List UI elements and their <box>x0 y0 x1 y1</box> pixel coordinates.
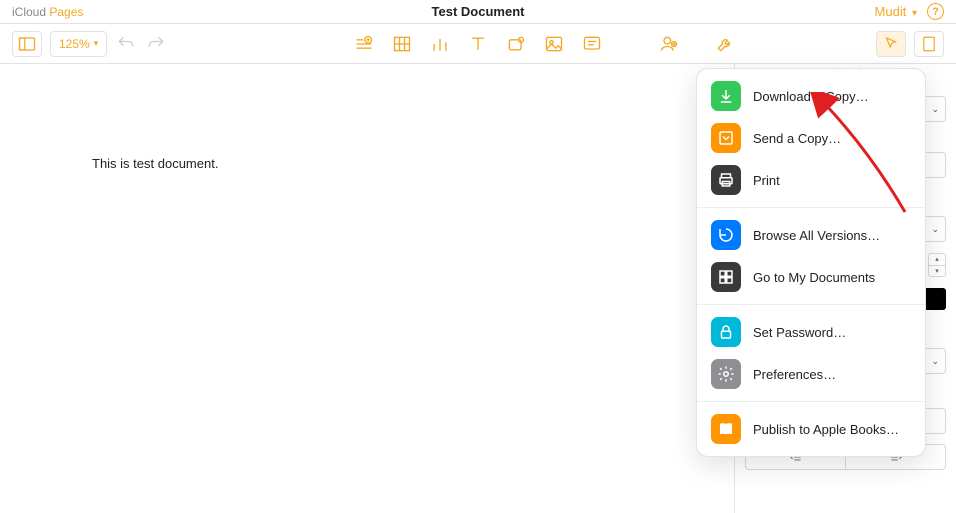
download-icon <box>711 81 741 111</box>
menu-label: Publish to Apple Books… <box>753 422 899 437</box>
menu-password[interactable]: Set Password… <box>697 311 925 353</box>
menu-label: Preferences… <box>753 367 836 382</box>
stepper-up-icon: ▴ <box>929 254 945 266</box>
gear-icon <box>711 359 741 389</box>
menu-label: Send a Copy… <box>753 131 841 146</box>
toolbar: 125% ▾ <box>0 24 956 64</box>
undo-button[interactable] <box>115 33 137 55</box>
menu-label: Set Password… <box>753 325 846 340</box>
zoom-selector[interactable]: 125% ▾ <box>50 31 107 57</box>
view-button[interactable] <box>12 31 42 57</box>
menu-publish[interactable]: Publish to Apple Books… <box>697 408 925 450</box>
brand-app: Pages <box>49 5 83 19</box>
user-name: Mudit <box>875 4 907 19</box>
menu-label: Print <box>753 173 780 188</box>
insert-button[interactable] <box>353 33 375 55</box>
tools-menu: Download a Copy… Send a Copy… Print Brow… <box>696 68 926 457</box>
chevron-down-icon: ▾ <box>94 38 99 49</box>
header: iCloud Pages Test Document Mudit ▾ ? <box>0 0 956 24</box>
menu-preferences[interactable]: Preferences… <box>697 353 925 395</box>
tools-icon[interactable] <box>714 33 736 55</box>
user-menu[interactable]: Mudit ▾ <box>875 4 917 19</box>
comment-icon[interactable] <box>581 33 603 55</box>
font-size-stepper[interactable]: ▴▾ <box>928 253 946 277</box>
help-button[interactable]: ? <box>927 3 944 20</box>
document-canvas[interactable]: This is test document. <box>0 64 696 513</box>
chevron-down-icon: ⌄ <box>931 356 939 367</box>
menu-gotodocs[interactable]: Go to My Documents <box>697 256 925 298</box>
menu-browse[interactable]: Browse All Versions… <box>697 214 925 256</box>
collaborate-icon[interactable] <box>658 33 680 55</box>
brand-prefix: iCloud <box>12 5 49 19</box>
history-icon <box>711 220 741 250</box>
book-icon <box>711 414 741 444</box>
chart-icon[interactable] <box>429 33 451 55</box>
chevron-down-icon: ▾ <box>912 8 917 19</box>
menu-label: Browse All Versions… <box>753 228 880 243</box>
print-icon <box>711 165 741 195</box>
shape-icon[interactable] <box>505 33 527 55</box>
redo-button[interactable] <box>145 33 167 55</box>
brand[interactable]: iCloud Pages <box>12 5 83 19</box>
document-options-button[interactable] <box>914 31 944 57</box>
send-icon <box>711 123 741 153</box>
zoom-value: 125% <box>59 37 90 51</box>
table-icon[interactable] <box>391 33 413 55</box>
chevron-down-icon: ⌄ <box>931 224 939 235</box>
text-icon[interactable] <box>467 33 489 55</box>
media-icon[interactable] <box>543 33 565 55</box>
document-title: Test Document <box>432 4 525 19</box>
documents-icon <box>711 262 741 292</box>
stepper-down-icon: ▾ <box>929 266 945 277</box>
menu-print[interactable]: Print <box>697 159 925 201</box>
chevron-down-icon: ⌄ <box>931 104 939 115</box>
menu-send[interactable]: Send a Copy… <box>697 117 925 159</box>
format-button[interactable] <box>876 31 906 57</box>
lock-icon <box>711 317 741 347</box>
menu-label: Download a Copy… <box>753 89 869 104</box>
document-text: This is test document. <box>0 64 696 171</box>
menu-label: Go to My Documents <box>753 270 875 285</box>
menu-download[interactable]: Download a Copy… <box>697 75 925 117</box>
